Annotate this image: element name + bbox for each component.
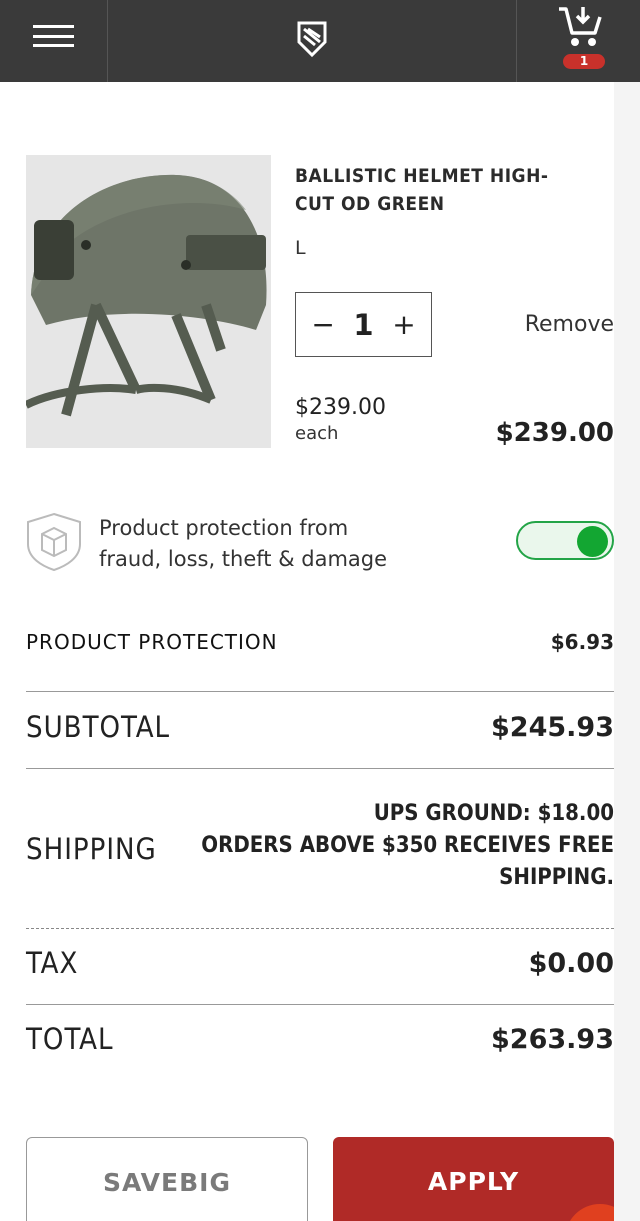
product-image[interactable] [26, 155, 271, 448]
remove-item-link[interactable]: Remove [525, 312, 614, 337]
product-protection-row: PRODUCT PROTECTION $6.93 [26, 630, 614, 654]
apply-promo-button[interactable]: APPLY [333, 1137, 614, 1221]
product-title[interactable]: BALLISTIC HELMET HIGH- CUT OD GREEN [295, 162, 595, 218]
menu-button[interactable] [0, 0, 108, 82]
top-nav-bar: 1 [0, 0, 640, 82]
shipping-method: UPS GROUND: $18.00 [373, 801, 614, 826]
total-label: TOTAL [26, 1022, 114, 1056]
shipping-note-line1: ORDERS ABOVE $350 RECEIVES FREE [201, 833, 614, 858]
divider [26, 1004, 614, 1005]
total-row: TOTAL $263.93 [26, 1022, 614, 1056]
protection-text-line2: fraud, loss, theft & damage [99, 547, 388, 571]
unit-price: $239.00 [295, 395, 386, 420]
tax-value: $0.00 [528, 947, 614, 979]
divider [26, 691, 614, 692]
increase-quantity-button[interactable]: + [392, 308, 415, 341]
product-protection-description: Product protection from fraud, loss, the… [99, 513, 419, 575]
quantity-stepper: − 1 + [295, 292, 432, 357]
cart-panel: BALLISTIC HELMET HIGH- CUT OD GREEN L − … [0, 82, 614, 1221]
promo-code-input[interactable]: SAVEBIG [26, 1137, 308, 1221]
tax-label: TAX [26, 946, 79, 980]
product-title-line2: CUT OD GREEN [295, 193, 445, 215]
shipping-label: SHIPPING [26, 832, 157, 866]
product-size: L [295, 237, 306, 259]
subtotal-label: SUBTOTAL [26, 710, 171, 744]
cart-button[interactable]: 1 [516, 0, 640, 82]
brand-logo-link[interactable] [108, 0, 516, 82]
product-title-line1: BALLISTIC HELMET HIGH- [295, 165, 549, 187]
shipping-note-line2: SHIPPING. [499, 865, 614, 890]
toggle-knob [577, 526, 608, 557]
helmet-image-icon [26, 155, 271, 448]
cart-icon [559, 7, 602, 46]
quantity-value[interactable]: 1 [353, 308, 373, 342]
shield-box-icon [27, 512, 81, 572]
product-protection-toggle[interactable] [516, 521, 614, 560]
shipping-info: UPS GROUND: $18.00 ORDERS ABOVE $350 REC… [201, 798, 614, 894]
line-total: $239.00 [495, 418, 614, 448]
subtotal-row: SUBTOTAL $245.93 [26, 710, 614, 744]
dashed-divider [26, 928, 614, 929]
subtotal-value: $245.93 [491, 711, 614, 743]
protection-text-line1: Product protection from [99, 516, 349, 540]
cart-count-badge: 1 [563, 54, 605, 69]
protection-value: $6.93 [550, 630, 614, 654]
hamburger-icon [33, 25, 74, 47]
chat-launcher-icon[interactable] [565, 1204, 614, 1221]
unit-price-label: each [295, 423, 339, 444]
divider [26, 768, 614, 769]
decrease-quantity-button[interactable]: − [311, 308, 334, 341]
total-value: $263.93 [491, 1023, 614, 1055]
tax-row: TAX $0.00 [26, 946, 614, 980]
protection-label: PRODUCT PROTECTION [26, 630, 278, 654]
brand-shield-logo-icon [297, 21, 327, 58]
apply-button-label: APPLY [427, 1167, 520, 1196]
